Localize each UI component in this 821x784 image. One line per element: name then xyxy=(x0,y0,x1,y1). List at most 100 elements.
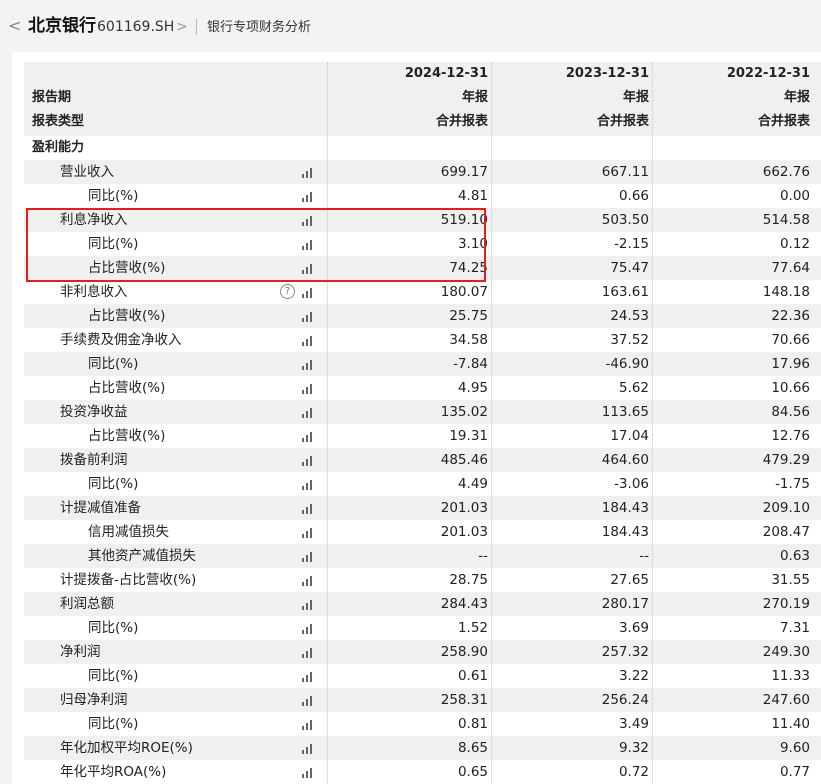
bar-chart-icon[interactable] xyxy=(302,311,315,322)
cell-value: 9.32 xyxy=(618,740,649,756)
back-icon[interactable]: < xyxy=(8,16,21,36)
bar-chart-icon[interactable] xyxy=(302,383,315,394)
cell-value: 0.66 xyxy=(618,188,649,204)
column-divider xyxy=(652,62,653,784)
header-row-dates: 2024-12-31 2023-12-31 2022-12-31 xyxy=(24,62,821,86)
table-row: 计提减值准备 201.03 184.43 209.10 xyxy=(24,496,821,520)
cell-value: -1.75 xyxy=(775,476,810,492)
cell-value: 249.30 xyxy=(762,644,810,660)
table-row: 营业收入 699.17 667.11 662.76 xyxy=(24,160,821,184)
bar-chart-icon[interactable] xyxy=(302,599,315,610)
bar-chart-icon[interactable] xyxy=(302,767,315,778)
table-row: 占比营收(%) 25.75 24.53 22.36 xyxy=(24,304,821,328)
cell-value: 8.65 xyxy=(457,740,488,756)
column-divider xyxy=(491,62,492,784)
cell-value: -- xyxy=(639,548,649,564)
cell-value: 17.96 xyxy=(771,356,810,372)
col-type-2: 合并报表 xyxy=(596,114,649,129)
bar-chart-icon[interactable] xyxy=(302,695,315,706)
cell-value: 5.62 xyxy=(618,380,649,396)
col-period-2: 年报 xyxy=(622,90,649,105)
bar-chart-icon[interactable] xyxy=(302,335,315,346)
cell-value: 10.66 xyxy=(771,380,810,396)
divider xyxy=(196,19,197,35)
cell-value: 0.65 xyxy=(457,764,488,780)
cell-value: 464.60 xyxy=(601,452,649,468)
cell-value: 257.32 xyxy=(601,644,649,660)
cell-value: 284.43 xyxy=(440,596,488,612)
bar-chart-icon[interactable] xyxy=(302,719,315,730)
bar-chart-icon[interactable] xyxy=(302,503,315,514)
row-label: 计提减值准备 xyxy=(60,500,141,516)
row-label: 计提拨备-占比营收(%) xyxy=(60,572,197,588)
cell-value: 0.63 xyxy=(779,548,810,564)
cell-value: 27.65 xyxy=(610,572,649,588)
bar-chart-icon[interactable] xyxy=(302,647,315,658)
cell-value: -2.15 xyxy=(614,236,649,252)
cell-value: 12.76 xyxy=(771,428,810,444)
report-period-label: 报告期 xyxy=(32,90,72,105)
chevron-right-icon[interactable]: > xyxy=(176,17,188,37)
bar-chart-icon[interactable] xyxy=(302,287,315,298)
cell-value: 270.19 xyxy=(762,596,810,612)
cell-value: 3.22 xyxy=(618,668,649,684)
bar-chart-icon[interactable] xyxy=(302,479,315,490)
table-row: 计提拨备-占比营收(%) 28.75 27.65 31.55 xyxy=(24,568,821,592)
cell-value: 19.31 xyxy=(449,428,488,444)
table-row: 同比(%) -7.84 -46.90 17.96 xyxy=(24,352,821,376)
bar-chart-icon[interactable] xyxy=(302,455,315,466)
bar-chart-icon[interactable] xyxy=(302,527,315,538)
cell-value: 0.61 xyxy=(457,668,488,684)
row-label: 同比(%) xyxy=(88,356,139,372)
cell-value: -- xyxy=(478,548,488,564)
table-row: 同比(%) 4.81 0.66 0.00 xyxy=(24,184,821,208)
breadcrumb: 银行专项财务分析 xyxy=(207,20,312,35)
section-label: 盈利能力 xyxy=(32,140,85,155)
cell-value: 209.10 xyxy=(762,500,810,516)
header-row-type: 报表类型 合并报表 合并报表 合并报表 xyxy=(24,110,821,134)
cell-value: 163.61 xyxy=(601,284,649,300)
table-row: 非利息收入? 180.07 163.61 148.18 xyxy=(24,280,821,304)
row-label: 同比(%) xyxy=(88,716,139,732)
bar-chart-icon[interactable] xyxy=(302,407,315,418)
bar-chart-icon[interactable] xyxy=(302,359,315,370)
cell-value: 24.53 xyxy=(610,308,649,324)
col-type-3: 合并报表 xyxy=(757,114,810,129)
bar-chart-icon[interactable] xyxy=(302,623,315,634)
row-label: 占比营收(%) xyxy=(88,428,166,444)
highlight-box xyxy=(26,208,486,282)
cell-value: 184.43 xyxy=(601,500,649,516)
row-label: 其他资产减值损失 xyxy=(88,548,196,564)
section-row: 盈利能力 xyxy=(24,136,821,160)
cell-value: 34.58 xyxy=(449,332,488,348)
cell-value: 180.07 xyxy=(440,284,488,300)
row-label: 非利息收入 xyxy=(60,284,128,300)
table-row: 同比(%) 0.61 3.22 11.33 xyxy=(24,664,821,688)
stock-name: 北京银行 xyxy=(28,16,96,36)
table-row: 净利润 258.90 257.32 249.30 xyxy=(24,640,821,664)
cell-value: 479.29 xyxy=(762,452,810,468)
help-icon[interactable]: ? xyxy=(280,284,295,299)
cell-value: 11.33 xyxy=(771,668,810,684)
table-row: 年化加权平均ROE(%) 8.65 9.32 9.60 xyxy=(24,736,821,760)
header-row-period: 报告期 年报 年报 年报 xyxy=(24,86,821,110)
bar-chart-icon[interactable] xyxy=(302,551,315,562)
row-label: 年化加权平均ROE(%) xyxy=(60,740,193,756)
table-row: 信用减值损失 201.03 184.43 208.47 xyxy=(24,520,821,544)
row-label: 手续费及佣金净收入 xyxy=(60,332,182,348)
table-row: 拨备前利润 485.46 464.60 479.29 xyxy=(24,448,821,472)
bar-chart-icon[interactable] xyxy=(302,575,315,586)
table-row: 同比(%) 0.81 3.49 11.40 xyxy=(24,712,821,736)
bar-chart-icon[interactable] xyxy=(302,191,315,202)
bar-chart-icon[interactable] xyxy=(302,671,315,682)
cell-value: 258.31 xyxy=(440,692,488,708)
col-period-3: 年报 xyxy=(783,90,810,105)
row-label: 同比(%) xyxy=(88,668,139,684)
cell-value: 22.36 xyxy=(771,308,810,324)
bar-chart-icon[interactable] xyxy=(302,431,315,442)
table-row: 手续费及佣金净收入 34.58 37.52 70.66 xyxy=(24,328,821,352)
bar-chart-icon[interactable] xyxy=(302,167,315,178)
bar-chart-icon[interactable] xyxy=(302,743,315,754)
table-row: 年化平均ROA(%) 0.65 0.72 0.77 xyxy=(24,760,821,784)
cell-value: 0.81 xyxy=(457,716,488,732)
